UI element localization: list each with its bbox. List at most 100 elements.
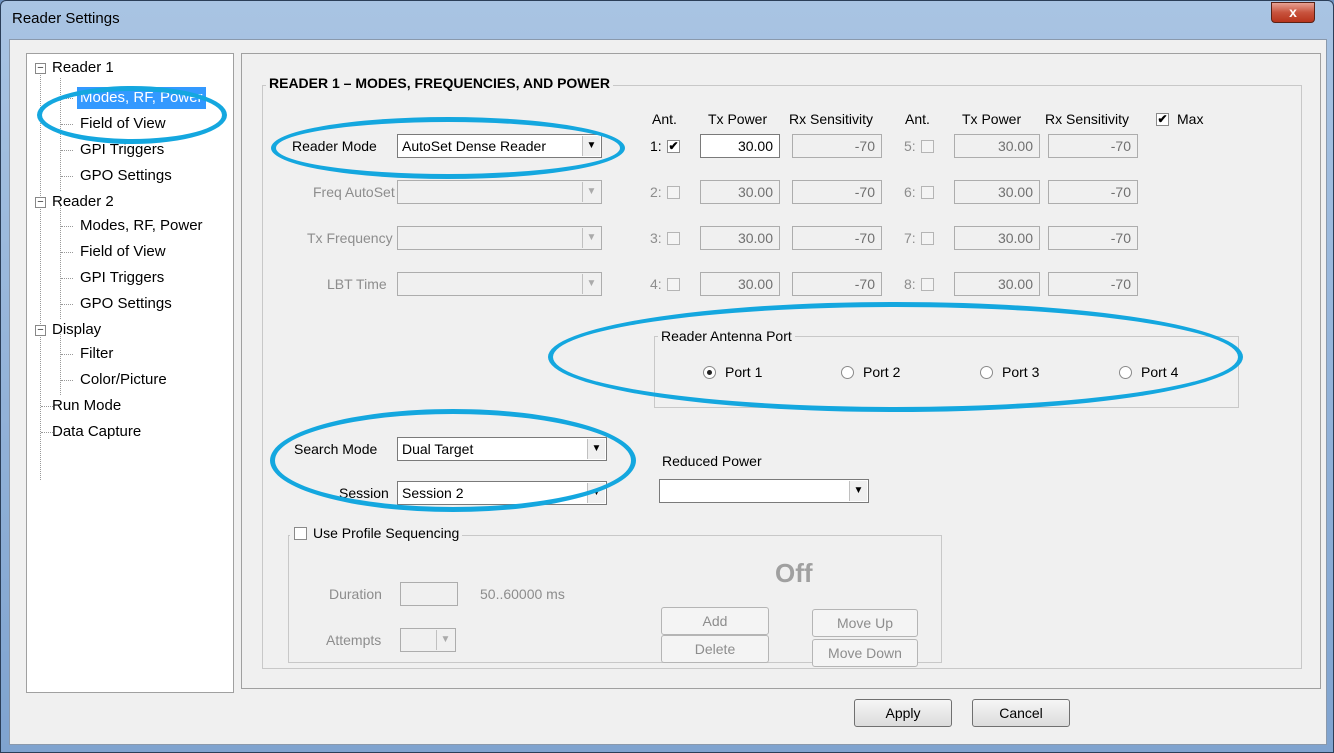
search-mode-dropdown[interactable]: Dual Target ▼: [397, 437, 607, 461]
antenna-5-tx-power[interactable]: 30.00: [954, 134, 1040, 158]
reader-settings-window: Reader Settings x − Reader 1 Modes, RF, …: [0, 0, 1334, 753]
port-3-radio[interactable]: [980, 366, 993, 379]
reduced-power-dropdown[interactable]: ▼: [659, 479, 869, 503]
reader-mode-label: Reader Mode: [292, 138, 377, 154]
tree-item-data-capture[interactable]: Data Capture: [52, 421, 141, 443]
tree-item-reader2[interactable]: Reader 2: [52, 191, 114, 213]
col-ant-1: Ant.: [652, 111, 677, 127]
lbt-time-label: LBT Time: [327, 276, 387, 292]
reader-mode-dropdown[interactable]: AutoSet Dense Reader ▼: [397, 134, 602, 158]
col-rx-sensitivity-2: Rx Sensitivity: [1045, 111, 1130, 127]
max-label: Max: [1177, 111, 1204, 127]
antenna-4-checkbox[interactable]: [667, 278, 680, 291]
antenna-6-rx-sensitivity[interactable]: -70: [1048, 180, 1138, 204]
tree-item-reader2-modes-rf-power[interactable]: Modes, RF, Power: [80, 215, 203, 237]
tree-item-reader2-gpo-settings[interactable]: GPO Settings: [80, 293, 172, 315]
tree-item-reader1-gpi-triggers[interactable]: GPI Triggers: [80, 139, 164, 161]
dropdown-arrow-icon: ▼: [587, 439, 605, 459]
selected-dot-icon: [707, 370, 712, 375]
search-mode-value: Dual Target: [402, 441, 474, 457]
antenna-1-tx-power[interactable]: 30.00: [700, 134, 780, 158]
dropdown-arrow-icon: ▼: [582, 182, 600, 202]
delete-button[interactable]: Delete: [661, 635, 769, 663]
max-checkbox[interactable]: ✔: [1156, 113, 1169, 126]
profile-sequencing-header: Use Profile Sequencing: [290, 525, 463, 541]
tree-item-reader1-field-of-view[interactable]: Field of View: [80, 113, 166, 135]
tree-connector: [61, 150, 73, 151]
antenna-5-number: 5:: [904, 138, 916, 154]
tree-connector: [61, 304, 73, 305]
tx-frequency-dropdown[interactable]: ▼: [397, 226, 602, 250]
tree-item-reader1-gpo-settings[interactable]: GPO Settings: [80, 165, 172, 187]
antenna-7-tx-power[interactable]: 30.00: [954, 226, 1040, 250]
antenna-8-tx-power[interactable]: 30.00: [954, 272, 1040, 296]
antenna-8-checkbox[interactable]: [921, 278, 934, 291]
add-button[interactable]: Add: [661, 607, 769, 635]
close-button[interactable]: x: [1271, 2, 1315, 23]
antenna-3-tx-power[interactable]: 30.00: [700, 226, 780, 250]
profile-sequencing-checkbox[interactable]: [294, 527, 307, 540]
port-3-label: Port 3: [1002, 364, 1040, 380]
section-title: READER 1 – MODES, FREQUENCIES, AND POWER: [266, 75, 613, 91]
apply-button[interactable]: Apply: [854, 699, 952, 727]
tree-item-reader2-gpi-triggers[interactable]: GPI Triggers: [80, 267, 164, 289]
tree-connector: [61, 252, 73, 253]
tree-item-reader2-field-of-view[interactable]: Field of View: [80, 241, 166, 263]
antenna-1-rx-sensitivity[interactable]: -70: [792, 134, 882, 158]
tree-connector: [61, 354, 73, 355]
antenna-2-tx-power[interactable]: 30.00: [700, 180, 780, 204]
title-bar[interactable]: Reader Settings x: [1, 1, 1333, 37]
port-4-radio[interactable]: [1119, 366, 1132, 379]
settings-tree[interactable]: − Reader 1 Modes, RF, Power Field of Vie…: [26, 53, 234, 693]
profile-status: Off: [775, 558, 813, 588]
move-up-button[interactable]: Move Up: [812, 609, 918, 637]
attempts-dropdown[interactable]: ▼: [400, 628, 456, 652]
antenna-5-rx-sensitivity[interactable]: -70: [1048, 134, 1138, 158]
antenna-4-tx-power[interactable]: 30.00: [700, 272, 780, 296]
tree-item-filter[interactable]: Filter: [80, 343, 113, 365]
tree-connector: [61, 226, 73, 227]
antenna-4-rx-sensitivity[interactable]: -70: [792, 272, 882, 296]
dialog-client: − Reader 1 Modes, RF, Power Field of Vie…: [9, 39, 1327, 745]
antenna-3-rx-sensitivity[interactable]: -70: [792, 226, 882, 250]
port-4-label: Port 4: [1141, 364, 1179, 380]
collapse-reader2-icon[interactable]: −: [35, 197, 46, 208]
antenna-7-checkbox[interactable]: [921, 232, 934, 245]
antenna-2-checkbox[interactable]: [667, 186, 680, 199]
dropdown-arrow-icon: ▼: [582, 228, 600, 248]
antenna-3-checkbox[interactable]: [667, 232, 680, 245]
antenna-6-tx-power[interactable]: 30.00: [954, 180, 1040, 204]
freq-autoset-label: Freq AutoSet: [313, 184, 395, 200]
tree-item-reader1-modes-rf-power[interactable]: Modes, RF, Power: [77, 87, 206, 109]
move-down-button[interactable]: Move Down: [812, 639, 918, 667]
antenna-1-checkbox[interactable]: ✔: [667, 140, 680, 153]
antenna-1-number: 1:: [650, 138, 662, 154]
collapse-display-icon[interactable]: −: [35, 325, 46, 336]
duration-label: Duration: [329, 586, 382, 602]
window-title: Reader Settings: [12, 10, 120, 27]
tree-connector: [61, 278, 73, 279]
antenna-6-number: 6:: [904, 184, 916, 200]
antenna-8-rx-sensitivity[interactable]: -70: [1048, 272, 1138, 296]
tree-item-display[interactable]: Display: [52, 319, 101, 341]
cancel-button[interactable]: Cancel: [972, 699, 1070, 727]
tree-item-reader1[interactable]: Reader 1: [52, 57, 114, 79]
antenna-6-checkbox[interactable]: [921, 186, 934, 199]
tree-connector: [60, 206, 61, 319]
duration-input[interactable]: [400, 582, 458, 606]
lbt-time-dropdown[interactable]: ▼: [397, 272, 602, 296]
port-2-radio[interactable]: [841, 366, 854, 379]
attempts-label: Attempts: [326, 632, 382, 648]
collapse-reader1-icon[interactable]: −: [35, 63, 46, 74]
tree-item-color-picture[interactable]: Color/Picture: [80, 369, 167, 391]
tree-item-run-mode[interactable]: Run Mode: [52, 395, 121, 417]
dropdown-arrow-icon: ▼: [582, 274, 600, 294]
port-2-label: Port 2: [863, 364, 901, 380]
antenna-5-checkbox[interactable]: [921, 140, 934, 153]
antenna-2-rx-sensitivity[interactable]: -70: [792, 180, 882, 204]
session-dropdown[interactable]: Session 2 ▼: [397, 481, 607, 505]
antenna-7-rx-sensitivity[interactable]: -70: [1048, 226, 1138, 250]
freq-autoset-dropdown[interactable]: ▼: [397, 180, 602, 204]
port-1-radio[interactable]: [703, 366, 716, 379]
session-label: Session: [339, 485, 389, 501]
